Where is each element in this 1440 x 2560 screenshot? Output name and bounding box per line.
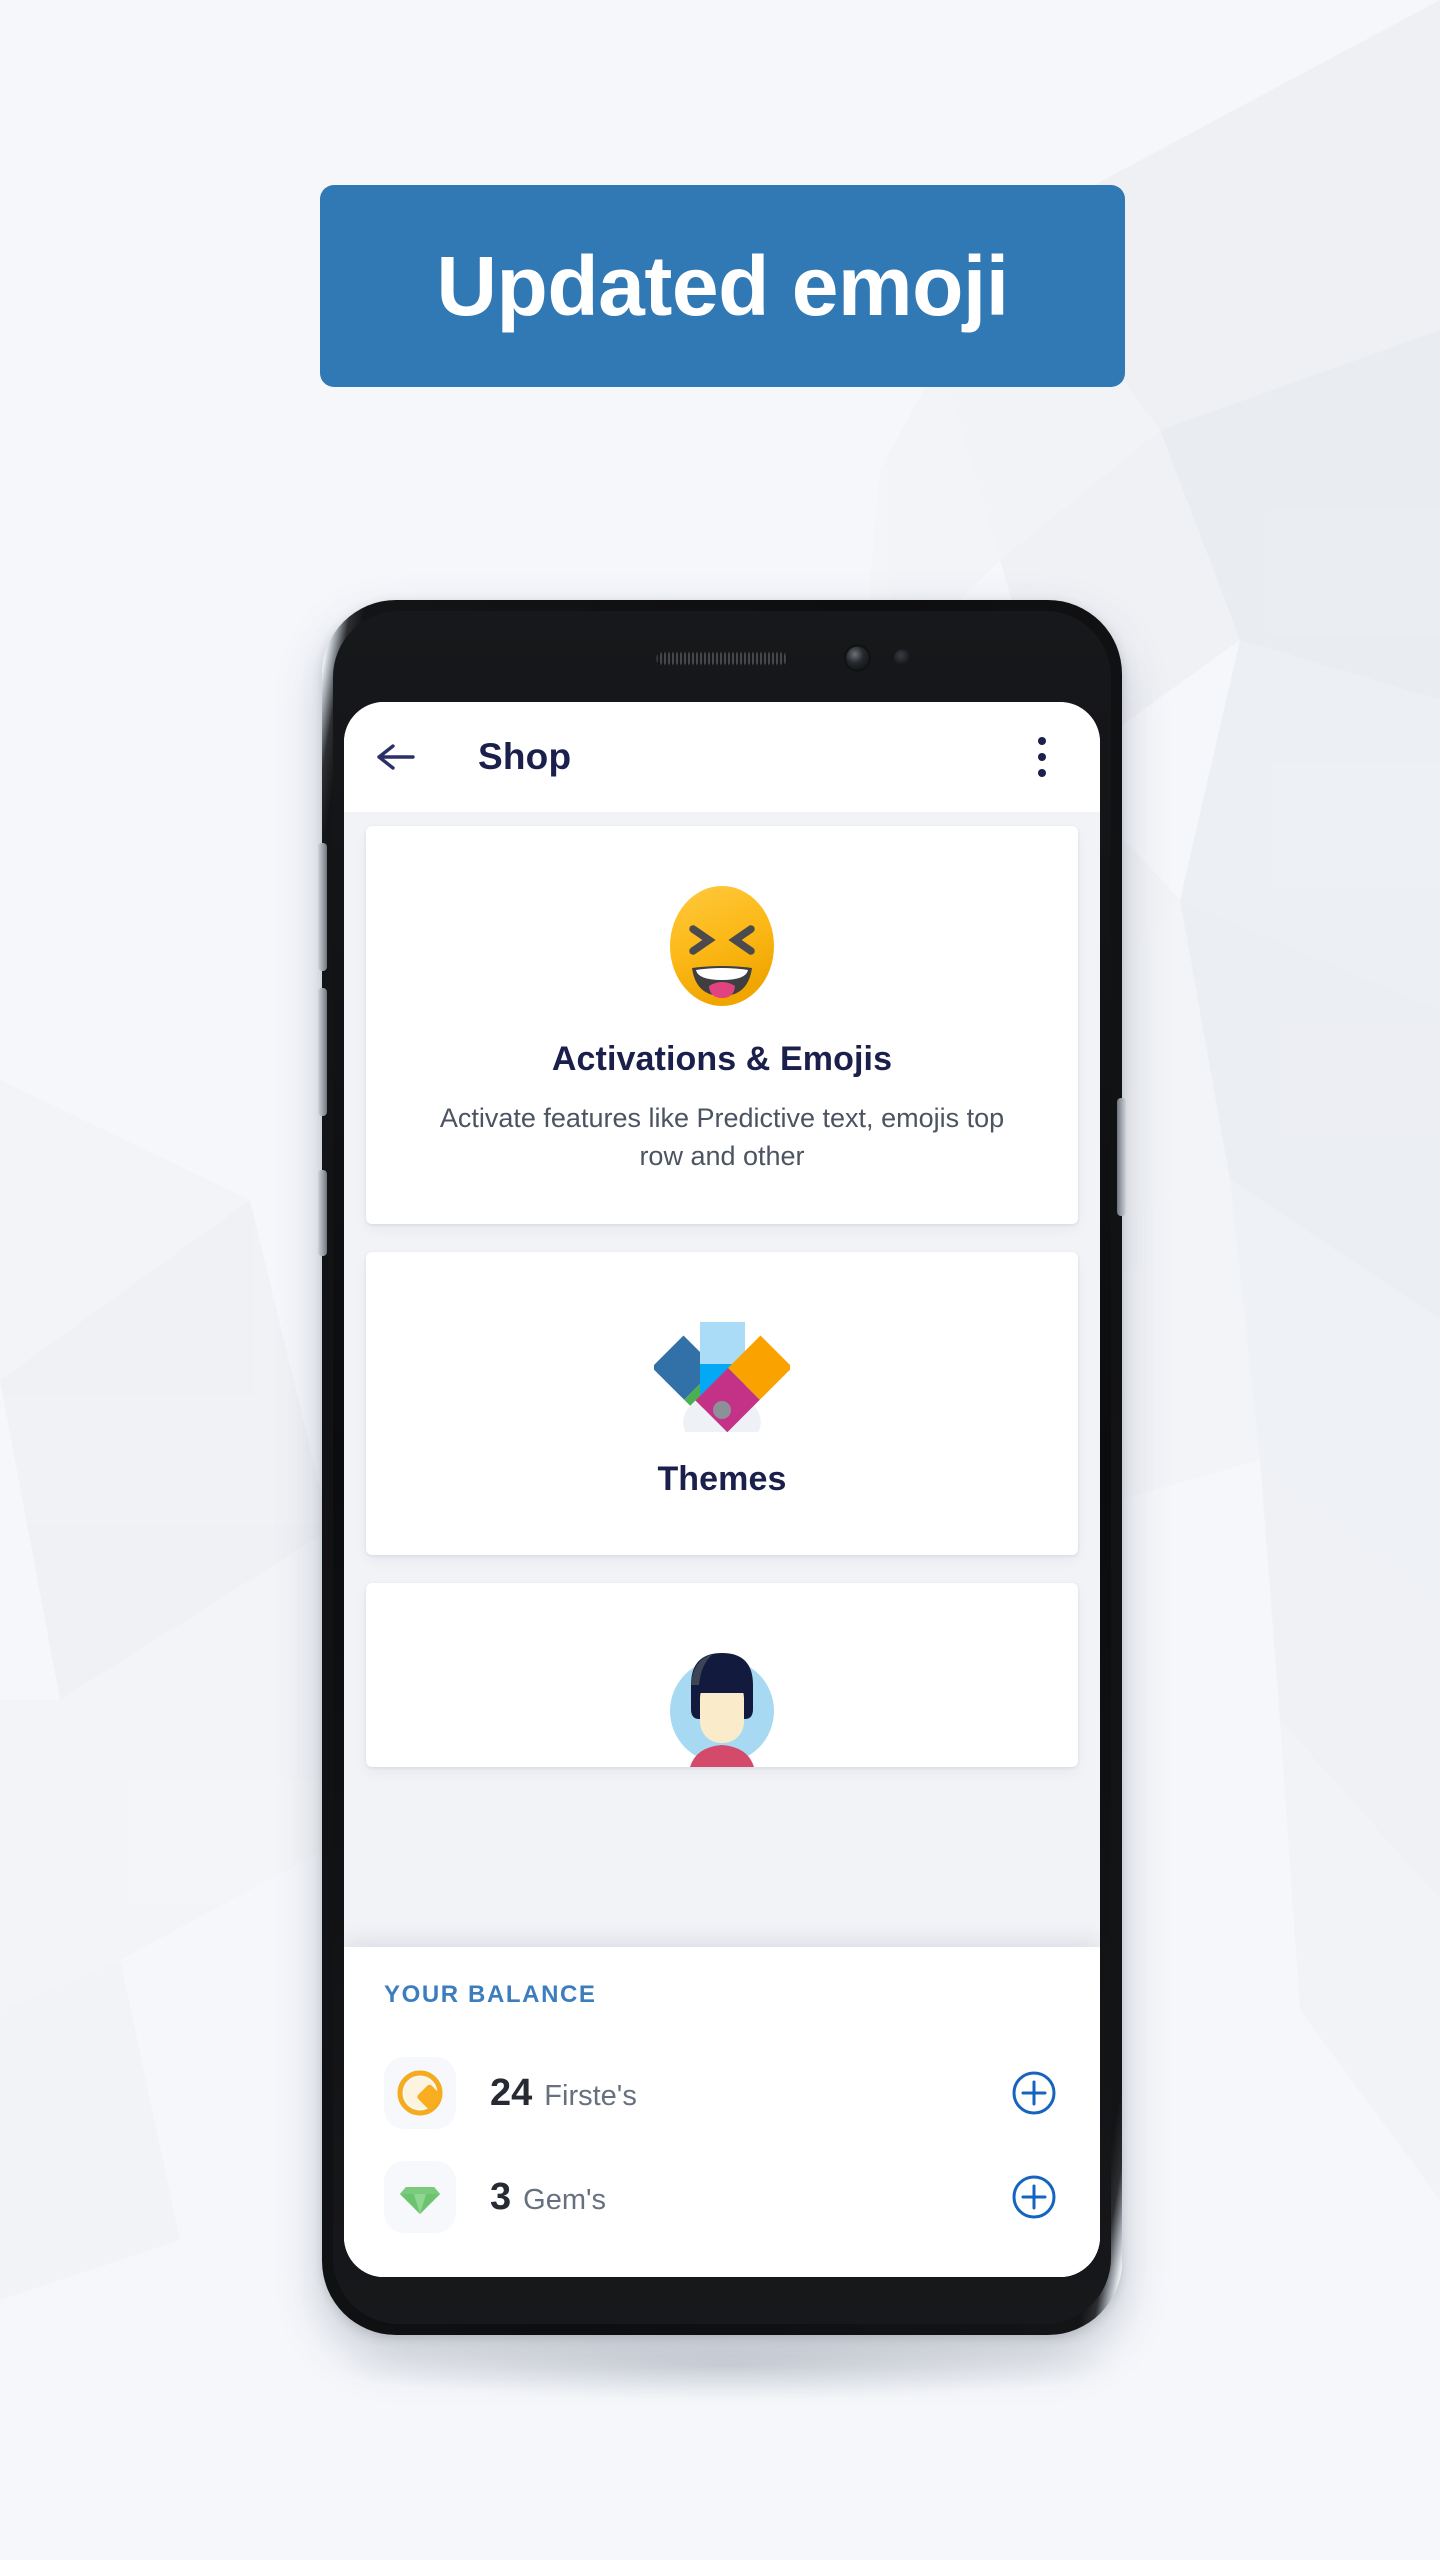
plus-circle-icon: [1012, 2175, 1056, 2219]
balance-icon-wrap: [384, 2057, 456, 2129]
shop-card-themes[interactable]: Themes: [366, 1251, 1078, 1555]
balance-row-gems[interactable]: 3 Gem's: [384, 2145, 1060, 2249]
card-title: Activations & Emojis: [551, 1040, 893, 1078]
card-icon-wrap: [400, 1314, 1044, 1432]
color-swatch-fan-icon: [654, 1321, 790, 1432]
balance-value-coins: 24 Firste's: [490, 2072, 637, 2115]
balance-amount: 3: [490, 2175, 512, 2218]
balance-unit: Gem's: [523, 2183, 607, 2216]
card-description: Activate features like Predictive text, …: [439, 1103, 1005, 1172]
phone-drop-shadow: [330, 2330, 1120, 2400]
page-title: Shop: [478, 736, 572, 777]
phone-mockup: Shop Activations & Emojis Activate featu…: [318, 600, 1126, 2335]
back-arrow-icon: [377, 744, 415, 770]
overflow-dot: [1038, 769, 1046, 777]
balance-unit: Firste's: [544, 2079, 637, 2112]
coin-icon: [397, 2070, 443, 2116]
phone-screen: Shop Activations & Emojis Activate featu…: [344, 702, 1100, 2277]
app-bar: Shop: [344, 702, 1100, 812]
shop-card-avatar[interactable]: [366, 1582, 1078, 1767]
headline-banner: Updated emoji: [320, 185, 1125, 387]
gem-icon: [400, 2187, 440, 2214]
volume-down-button[interactable]: [318, 988, 327, 1116]
plus-circle-icon: [1012, 2071, 1056, 2115]
overflow-menu-icon[interactable]: [1020, 728, 1064, 786]
card-icon-wrap: [400, 1633, 1044, 1767]
card-icon-wrap: [400, 880, 1044, 1012]
laughing-emoji-icon: [670, 886, 774, 1006]
balance-panel: YOUR BALANCE 24 Firste's 3 Gem's: [344, 1947, 1100, 2277]
volume-up-button[interactable]: [318, 843, 327, 971]
back-button[interactable]: [374, 735, 418, 779]
balance-row-coins[interactable]: 24 Firste's: [384, 2041, 1060, 2145]
balance-value-gems: 3 Gem's: [490, 2176, 606, 2219]
balance-heading: YOUR BALANCE: [384, 1981, 597, 2008]
power-button[interactable]: [1117, 1098, 1126, 1216]
shop-content[interactable]: Activations & Emojis Activate features l…: [344, 812, 1100, 2277]
add-gems-button[interactable]: [1008, 2171, 1060, 2223]
add-coins-button[interactable]: [1008, 2067, 1060, 2119]
balance-amount: 24: [490, 2071, 533, 2114]
overflow-dot: [1038, 737, 1046, 745]
shop-card-activations-emojis[interactable]: Activations & Emojis Activate features l…: [366, 826, 1078, 1224]
headline-banner-text: Updated emoji: [436, 239, 1009, 333]
card-title: Themes: [657, 1459, 787, 1498]
balance-icon-wrap: [384, 2161, 456, 2233]
overflow-dot: [1038, 753, 1046, 761]
bixby-button[interactable]: [318, 1170, 327, 1256]
person-avatar-icon: [670, 1652, 774, 1767]
